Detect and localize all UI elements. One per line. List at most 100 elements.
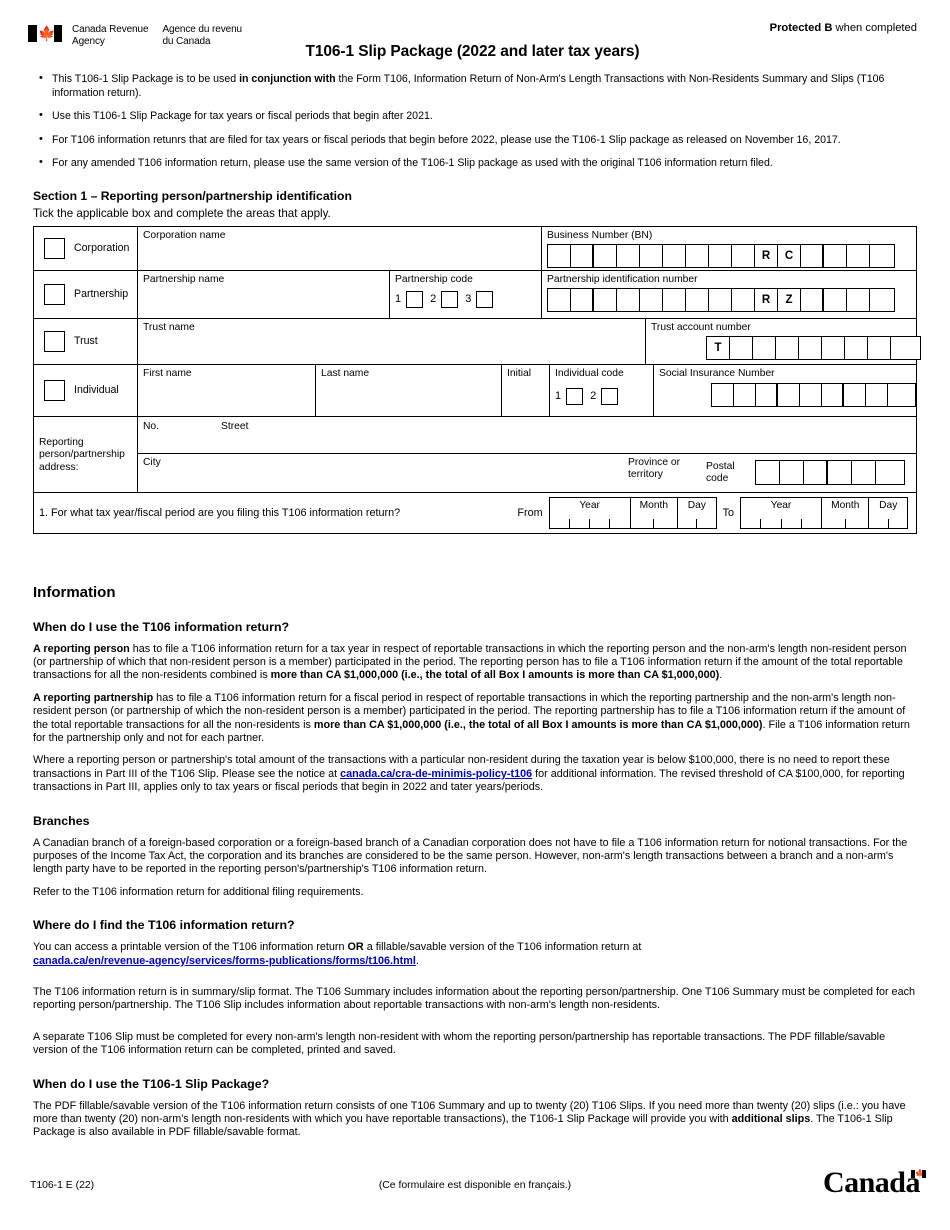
digit-cell[interactable]	[686, 288, 709, 311]
corporation-checkbox[interactable]	[44, 237, 65, 259]
digit-cell[interactable]	[822, 383, 844, 406]
digit-cell[interactable]	[548, 288, 571, 311]
digit-cell[interactable]	[756, 461, 780, 485]
business-number-boxes[interactable]: RC	[547, 243, 895, 268]
t106-forms-page-link[interactable]: canada.ca/en/revenue-agency/services/for…	[33, 955, 416, 967]
period-to-date[interactable]: Year Month Day	[740, 496, 908, 529]
partnership-id-boxes[interactable]: RZ	[547, 287, 895, 312]
last-name-cell[interactable]: Last name	[316, 364, 502, 416]
digit-cell[interactable]	[776, 336, 799, 359]
partnership-code-cell[interactable]: Partnership code 1 2 3	[390, 270, 542, 318]
digit-cell[interactable]	[828, 461, 852, 485]
digit-cell[interactable]	[594, 244, 617, 267]
digit-cell[interactable]	[847, 288, 870, 311]
digit-cell[interactable]	[640, 244, 663, 267]
digit-cell[interactable]	[756, 383, 778, 406]
trust-name-cell[interactable]: Trust name	[138, 318, 646, 364]
digit-cell[interactable]	[800, 383, 822, 406]
digit-cell[interactable]	[617, 288, 640, 311]
digit-cell[interactable]	[847, 244, 870, 267]
digit-cell[interactable]	[548, 244, 571, 267]
digit-cell[interactable]	[824, 244, 847, 267]
digit-cell[interactable]	[709, 288, 732, 311]
city-cell[interactable]: City Province or territory	[138, 454, 698, 492]
individual-code-option-checkbox[interactable]	[601, 387, 619, 405]
digit-cell[interactable]	[876, 461, 900, 484]
de-minimis-policy-link[interactable]: canada.ca/cra-de-minimis-policy-t106	[340, 768, 532, 780]
digit-cell[interactable]	[891, 337, 914, 359]
partnership-code-option-checkbox[interactable]	[441, 290, 459, 308]
individual-code-options[interactable]: 12	[555, 387, 653, 405]
business-number-cell[interactable]: Business Number (BN) RC	[542, 227, 916, 270]
to-day-field[interactable]: Day	[869, 498, 907, 528]
digit-cell[interactable]	[845, 336, 868, 359]
digit-cell[interactable]	[617, 244, 640, 267]
digit-cell[interactable]	[663, 288, 686, 311]
partnership-code-option[interactable]: 1	[395, 290, 424, 308]
sin-boxes[interactable]	[711, 382, 916, 407]
digit-cell[interactable]	[732, 288, 755, 311]
to-month-field[interactable]: Month	[822, 497, 870, 528]
digit-cell[interactable]	[870, 245, 893, 267]
first-name-cell[interactable]: First name	[138, 364, 316, 416]
digit-cell[interactable]	[868, 336, 891, 359]
initial-cell[interactable]: Initial	[502, 364, 550, 416]
individual-code-option[interactable]: 1	[555, 387, 584, 405]
digit-cell[interactable]	[780, 461, 804, 485]
period-from-date[interactable]: Year Month Day	[548, 496, 717, 529]
digit-cell[interactable]	[801, 244, 824, 267]
digit-cell[interactable]	[824, 288, 847, 311]
digit-cell[interactable]	[799, 336, 822, 359]
digit-cell[interactable]	[753, 336, 776, 359]
partnership-code-option[interactable]: 2	[430, 290, 459, 308]
partnership-code-option[interactable]: 3	[465, 290, 494, 308]
individual-checkbox[interactable]	[44, 379, 65, 401]
digit-cell[interactable]	[866, 383, 888, 406]
to-year-field[interactable]: Year	[741, 497, 823, 528]
q2p1-or: OR	[347, 941, 364, 954]
individual-code-option-checkbox[interactable]	[566, 387, 584, 405]
digit-cell[interactable]	[730, 336, 753, 359]
corporation-name-cell[interactable]: Corporation name	[138, 226, 542, 270]
digit-cell[interactable]	[640, 288, 663, 311]
digit-cell[interactable]	[870, 289, 893, 311]
digit-cell[interactable]	[801, 288, 824, 311]
digit-cell[interactable]	[734, 383, 756, 406]
partnership-code-option-checkbox[interactable]	[476, 290, 494, 308]
digit-cell[interactable]	[594, 288, 617, 311]
corporation-tick-cell[interactable]: Corporation	[34, 226, 138, 270]
digit-cell[interactable]	[822, 336, 845, 359]
partnership-id-cell[interactable]: Partnership identification number RZ	[542, 271, 916, 318]
digit-cell[interactable]	[571, 288, 594, 311]
trust-account-boxes[interactable]: T	[706, 335, 921, 360]
street-address-cell[interactable]: No. Street	[138, 417, 916, 454]
digit-cell[interactable]	[663, 244, 686, 267]
postal-code-cell[interactable]: Postal code	[698, 454, 916, 492]
digit-cell[interactable]	[844, 383, 866, 406]
digit-cell[interactable]	[686, 244, 709, 267]
partnership-code-option-checkbox[interactable]	[406, 290, 424, 308]
digit-cell[interactable]	[778, 383, 800, 406]
trust-tick-cell[interactable]: Trust	[34, 318, 138, 364]
digit-cell[interactable]	[732, 244, 755, 267]
from-day-field[interactable]: Day	[678, 498, 716, 528]
trust-account-cell[interactable]: Trust account number T	[646, 319, 921, 364]
partnership-code-options[interactable]: 1 2 3	[395, 290, 541, 308]
partnership-checkbox[interactable]	[44, 283, 65, 305]
digit-cell[interactable]	[709, 244, 732, 267]
postal-code-boxes[interactable]	[755, 460, 905, 486]
from-year-field[interactable]: Year	[550, 497, 631, 528]
trust-checkbox[interactable]	[44, 330, 65, 352]
from-month-field[interactable]: Month	[631, 497, 679, 528]
individual-code-cell[interactable]: Individual code 12	[550, 364, 654, 416]
digit-cell[interactable]	[712, 383, 734, 406]
sin-cell[interactable]: Social Insurance Number	[654, 365, 916, 416]
partnership-tick-cell[interactable]: Partnership	[34, 270, 138, 318]
digit-cell[interactable]	[888, 384, 910, 406]
digit-cell[interactable]	[804, 461, 828, 485]
individual-code-option[interactable]: 2	[590, 387, 619, 405]
digit-cell[interactable]	[571, 244, 594, 267]
individual-tick-cell[interactable]: Individual	[34, 364, 138, 416]
partnership-name-cell[interactable]: Partnership name	[138, 270, 390, 318]
digit-cell[interactable]	[852, 461, 876, 485]
